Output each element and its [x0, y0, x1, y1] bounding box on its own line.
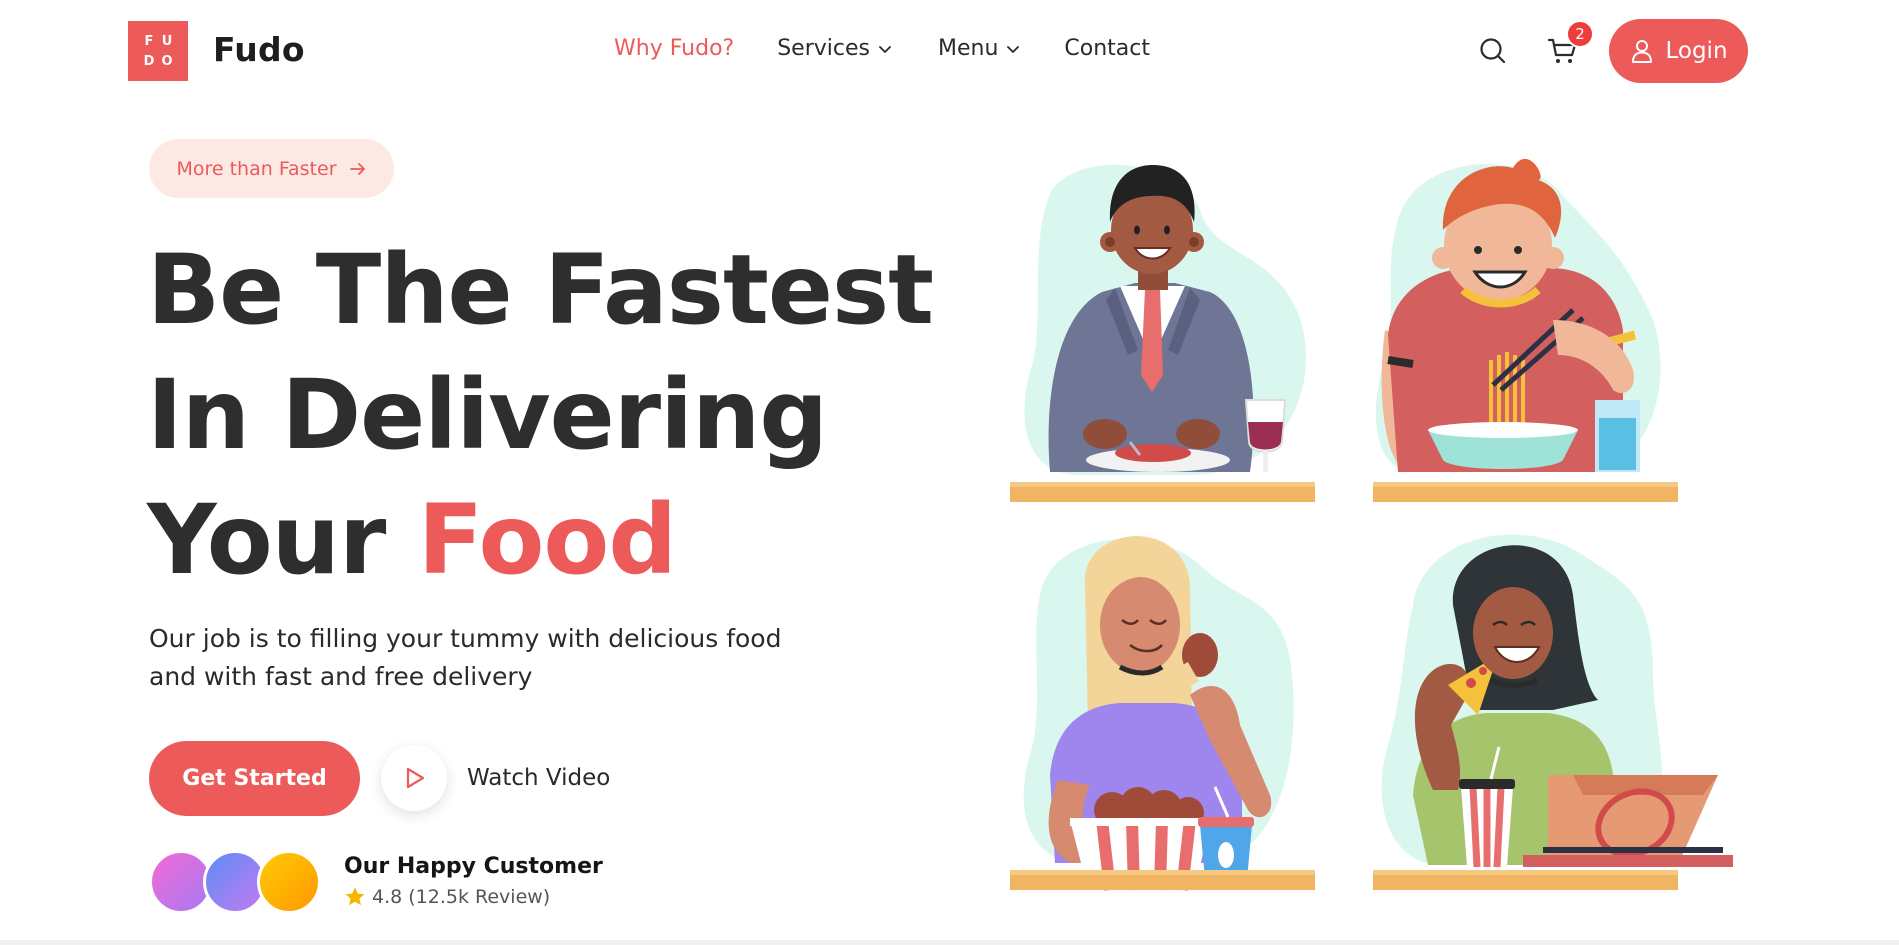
hero-title: Be The Fastest In Delivering Your Food [147, 228, 934, 603]
cart-count-badge: 2 [1566, 20, 1594, 48]
nav-item-label: Services [777, 36, 870, 61]
hero-description: Our job is to filling your tummy with de… [149, 624, 782, 691]
illustration-woman-eating-pizza [1373, 525, 1733, 890]
hero-title-accent: Food [417, 484, 677, 596]
illustration-boy-eating-noodles [1373, 150, 1678, 502]
more-than-faster-pill[interactable]: More than Faster [149, 139, 394, 198]
hero-title-line: Your [147, 484, 418, 596]
customer-avatars [149, 850, 321, 914]
user-icon [1632, 40, 1653, 63]
nav-item-label: Contact [1064, 36, 1150, 61]
arrow-right-icon [349, 162, 365, 175]
logo-letter: F [144, 33, 154, 49]
nav-item-menu[interactable]: Menu [938, 36, 1020, 61]
page-bottom-divider [0, 940, 1899, 945]
nav-item-why-fudo[interactable]: Why Fudo? [614, 36, 734, 61]
illustration-woman-eating-chicken [1010, 525, 1315, 891]
brand-name[interactable]: Fudo [213, 30, 305, 69]
customer-rating: 4.8 (12.5k Review) [344, 886, 550, 908]
avatar [257, 850, 321, 914]
logo[interactable]: F U D O [128, 21, 188, 81]
watch-video-button[interactable]: Watch Video [381, 745, 610, 811]
logo-letter: O [161, 53, 173, 69]
site-header: F U D O Fudo Why Fudo? Services Menu Con… [0, 0, 1899, 100]
main-nav: Why Fudo? Services Menu Contact [614, 36, 1150, 61]
illustration-man-in-suit [1010, 150, 1315, 502]
watch-video-label: Watch Video [467, 765, 611, 791]
happy-customer-title: Our Happy Customer [344, 854, 603, 879]
play-icon [406, 767, 425, 789]
hero-title-line: Be The Fastest [147, 234, 934, 346]
nav-item-services[interactable]: Services [777, 36, 892, 61]
chevron-down-icon [879, 45, 891, 53]
rating-text: 4.8 (12.5k Review) [372, 886, 551, 908]
pill-label: More than Faster [176, 157, 337, 180]
logo-letter: U [161, 33, 173, 49]
search-icon [1480, 38, 1506, 64]
star-icon [345, 887, 365, 906]
nav-item-label: Menu [938, 36, 999, 61]
chevron-down-icon [1007, 45, 1020, 53]
search-button[interactable] [1478, 36, 1508, 66]
logo-letter: D [143, 53, 155, 69]
login-button[interactable]: Login [1609, 19, 1748, 83]
nav-item-contact[interactable]: Contact [1064, 36, 1150, 61]
login-label: Login [1665, 38, 1728, 64]
play-button[interactable] [381, 745, 447, 811]
hero-title-line: In Delivering [147, 359, 828, 471]
get-started-button[interactable]: Get Started [149, 741, 360, 816]
nav-item-label: Why Fudo? [614, 36, 735, 61]
